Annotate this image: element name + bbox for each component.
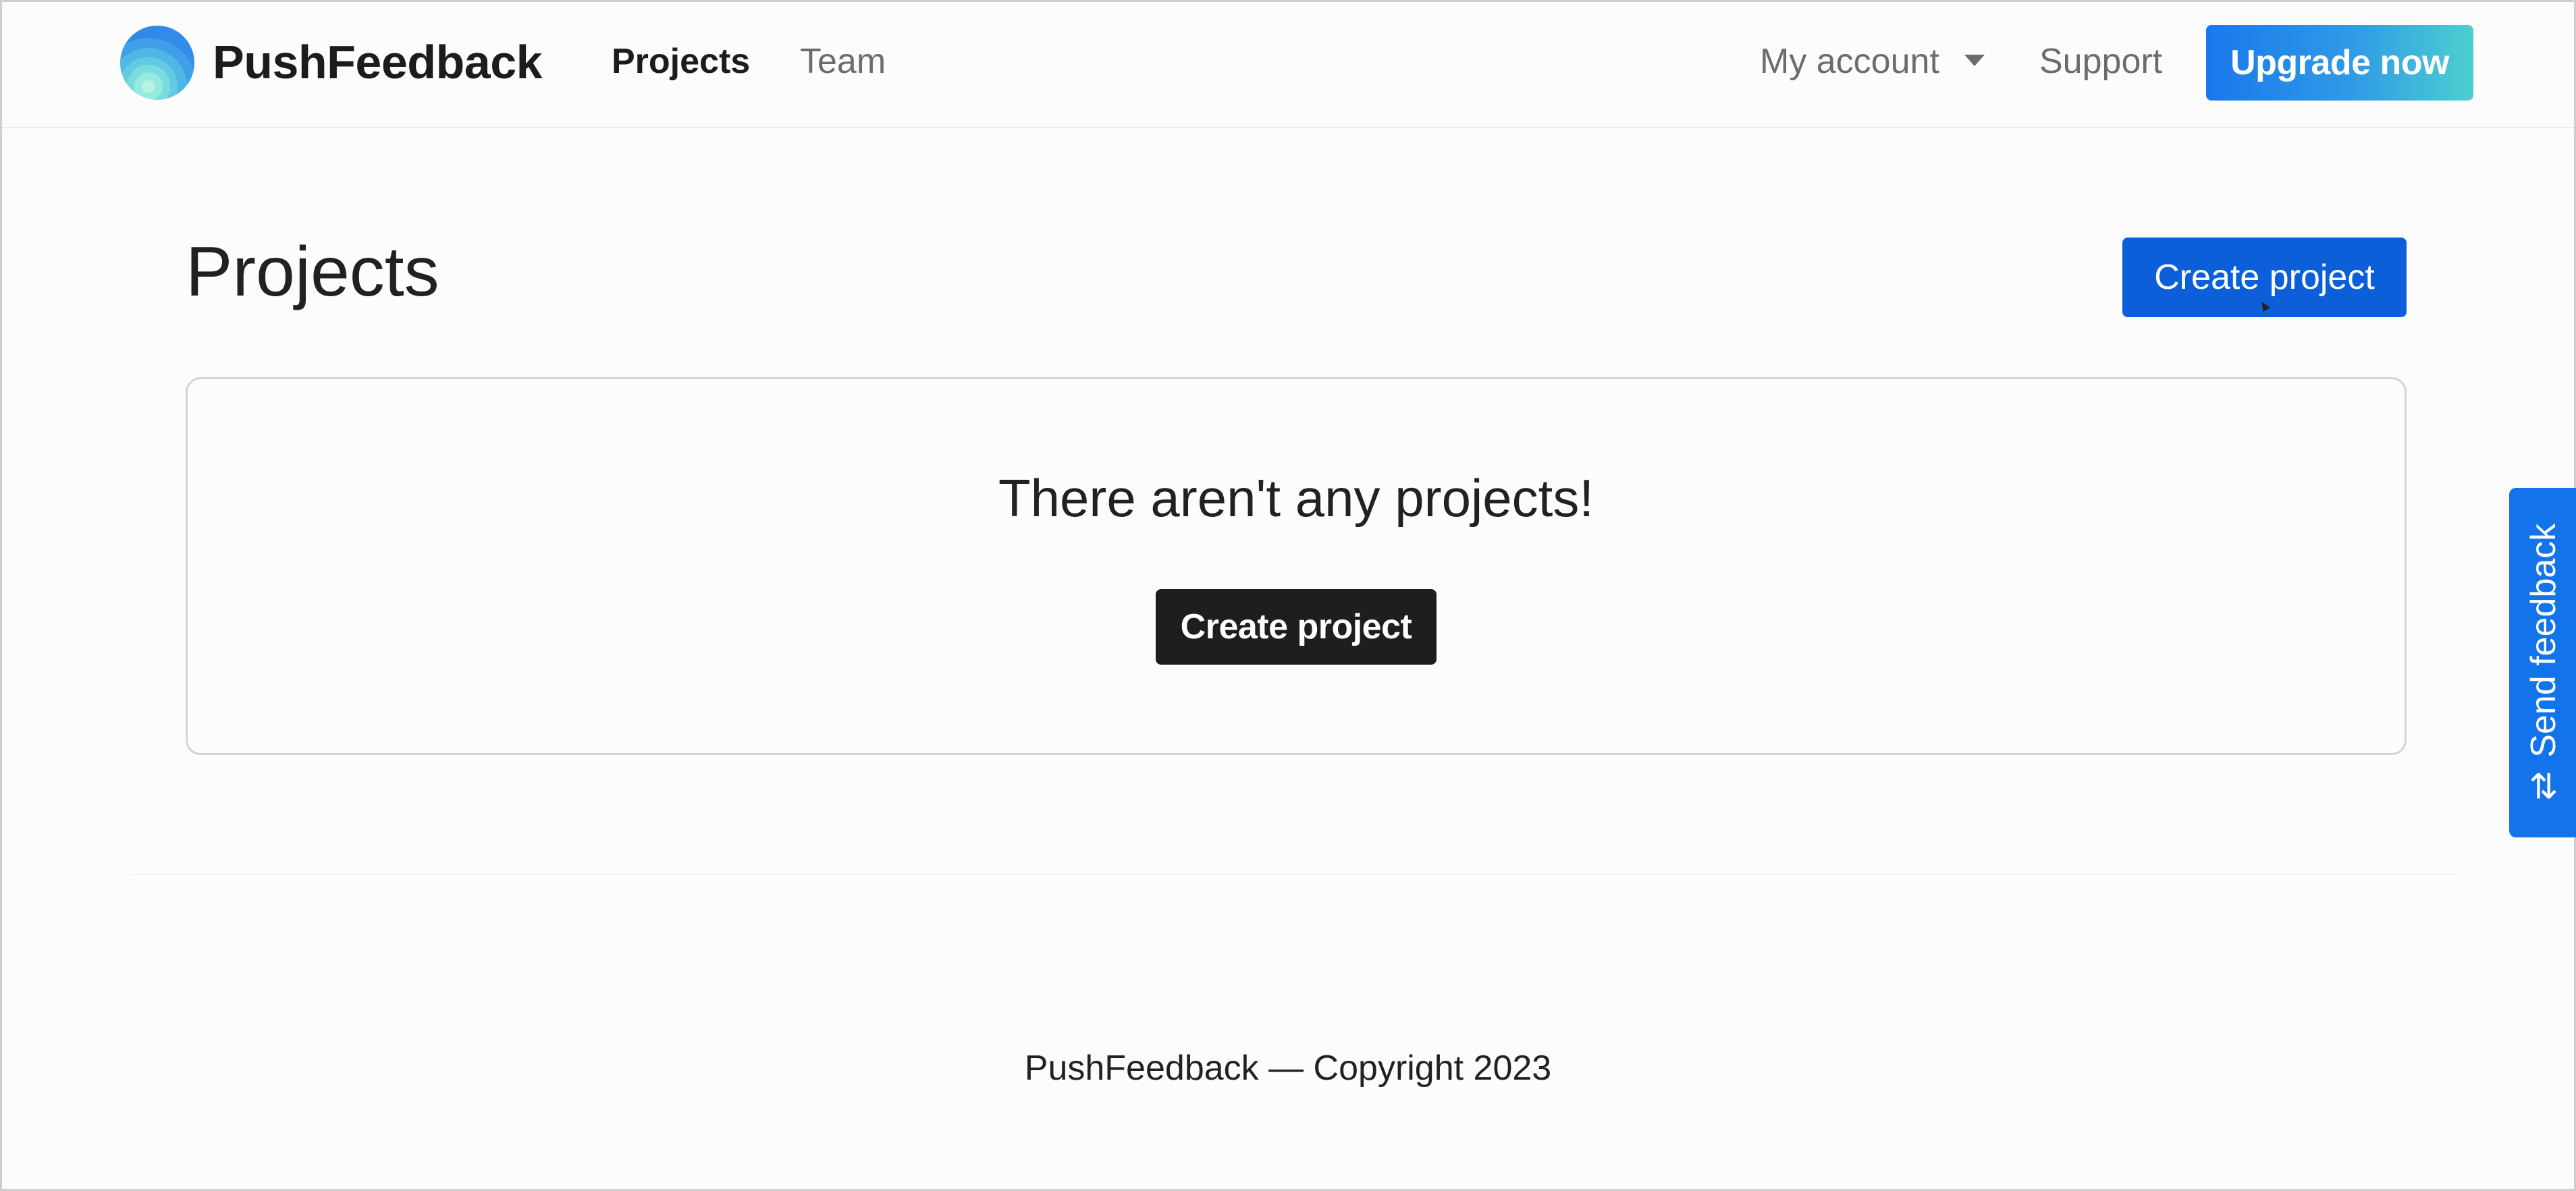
nav-item-projects[interactable]: Projects [612,37,750,86]
pushfeedback-logo-icon[interactable] [120,26,194,100]
nav-item-support[interactable]: Support [2039,37,2162,86]
send-feedback-tab-content: ⇅ Send feedback [2523,523,2564,807]
chevron-down-icon[interactable] [1964,55,1985,66]
footer-copyright: PushFeedback — Copyright 2023 [1024,1049,1552,1088]
empty-state-create-project-button[interactable]: Create project [1156,589,1437,665]
upgrade-now-button[interactable]: Upgrade now [2206,25,2473,101]
brand-name[interactable]: PushFeedback [213,32,543,92]
footer-divider [130,874,2459,875]
swap-arrows-icon: ⇅ [2529,767,2558,807]
send-feedback-tab[interactable]: ⇅ Send feedback [2509,488,2576,837]
nav-item-team[interactable]: Team [800,37,886,86]
empty-projects-card: There aren't any projects! Create projec… [186,377,2407,755]
send-feedback-label: Send feedback [2524,523,2563,758]
page-title: Projects [186,233,439,311]
top-navigation-bar: PushFeedback Projects Team My account Su… [2,2,2574,128]
empty-state-message: There aren't any projects! [998,468,1594,528]
my-account-dropdown[interactable]: My account [1760,37,1939,86]
